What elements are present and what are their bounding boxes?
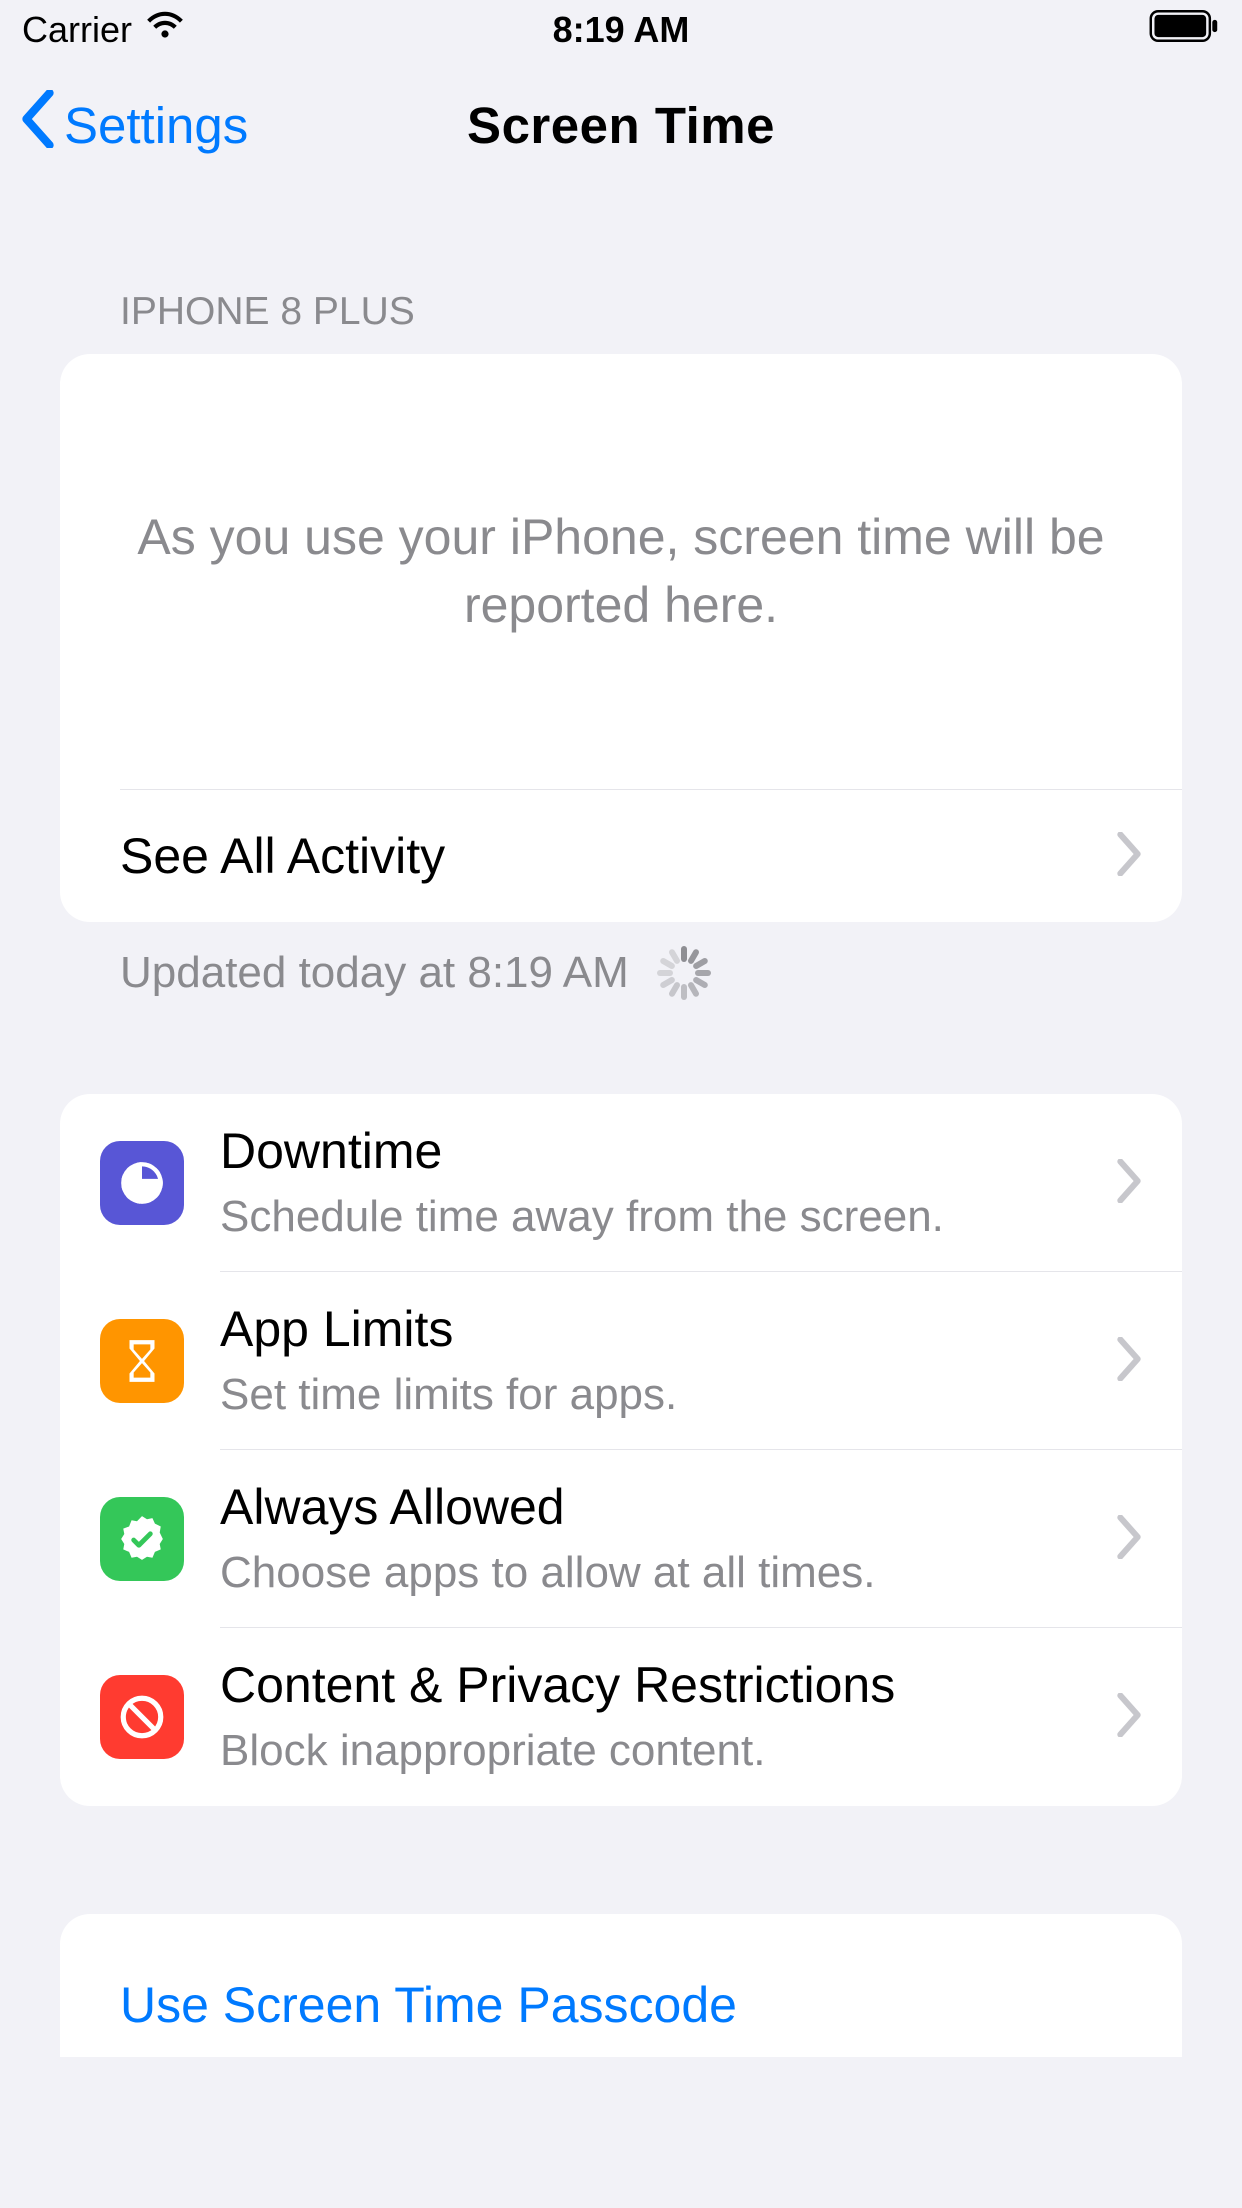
row-title: Content & Privacy Restrictions (220, 1654, 1096, 1717)
options-card: Downtime Schedule time away from the scr… (60, 1094, 1182, 1806)
see-all-activity-row[interactable]: See All Activity (60, 790, 1182, 922)
status-time: 8:19 AM (553, 9, 690, 51)
row-title: App Limits (220, 1298, 1096, 1361)
wifi-icon (144, 9, 186, 51)
battery-icon (1148, 9, 1220, 51)
chevron-right-icon (1116, 1337, 1142, 1386)
chevron-right-icon (1116, 1159, 1142, 1208)
nav-bar: Settings Screen Time (0, 60, 1242, 190)
app-limits-row[interactable]: App Limits Set time limits for apps. (60, 1272, 1182, 1450)
spinner-icon (657, 946, 711, 1000)
row-subtitle: Block inappropriate content. (220, 1721, 1096, 1780)
chevron-right-icon (1116, 1693, 1142, 1742)
back-label: Settings (64, 96, 248, 155)
content-privacy-row[interactable]: Content & Privacy Restrictions Block ina… (60, 1628, 1182, 1806)
back-button[interactable]: Settings (20, 90, 248, 160)
chevron-right-icon (1116, 1515, 1142, 1564)
passcode-card: Use Screen Time Passcode (60, 1914, 1182, 2057)
use-passcode-row[interactable]: Use Screen Time Passcode (60, 1914, 1182, 2057)
row-subtitle: Set time limits for apps. (220, 1365, 1096, 1424)
row-title: Always Allowed (220, 1476, 1096, 1539)
row-subtitle: Schedule time away from the screen. (220, 1187, 1096, 1246)
row-subtitle: Choose apps to allow at all times. (220, 1543, 1096, 1602)
downtime-icon (100, 1141, 184, 1225)
usage-card: As you use your iPhone, screen time will… (60, 354, 1182, 922)
status-bar: Carrier 8:19 AM (0, 0, 1242, 60)
always-allowed-row[interactable]: Always Allowed Choose apps to allow at a… (60, 1450, 1182, 1628)
nosign-icon (100, 1675, 184, 1759)
updated-text: Updated today at 8:19 AM (120, 948, 629, 998)
status-right (1148, 9, 1220, 51)
passcode-label: Use Screen Time Passcode (120, 1974, 1142, 2037)
checkmark-seal-icon (100, 1497, 184, 1581)
page-title: Screen Time (467, 96, 775, 155)
downtime-row[interactable]: Downtime Schedule time away from the scr… (60, 1094, 1182, 1272)
updated-footer: Updated today at 8:19 AM (60, 922, 1182, 1000)
row-title: Downtime (220, 1120, 1096, 1183)
chevron-left-icon (20, 90, 56, 160)
hourglass-icon (100, 1319, 184, 1403)
carrier-label: Carrier (22, 9, 132, 51)
chevron-right-icon (1116, 832, 1142, 881)
device-section-header: IPHONE 8 PLUS (60, 290, 1182, 334)
content: IPHONE 8 PLUS As you use your iPhone, sc… (0, 290, 1242, 2057)
status-left: Carrier (22, 9, 186, 51)
see-all-label: See All Activity (120, 825, 1096, 888)
usage-empty-text: As you use your iPhone, screen time will… (60, 354, 1182, 789)
